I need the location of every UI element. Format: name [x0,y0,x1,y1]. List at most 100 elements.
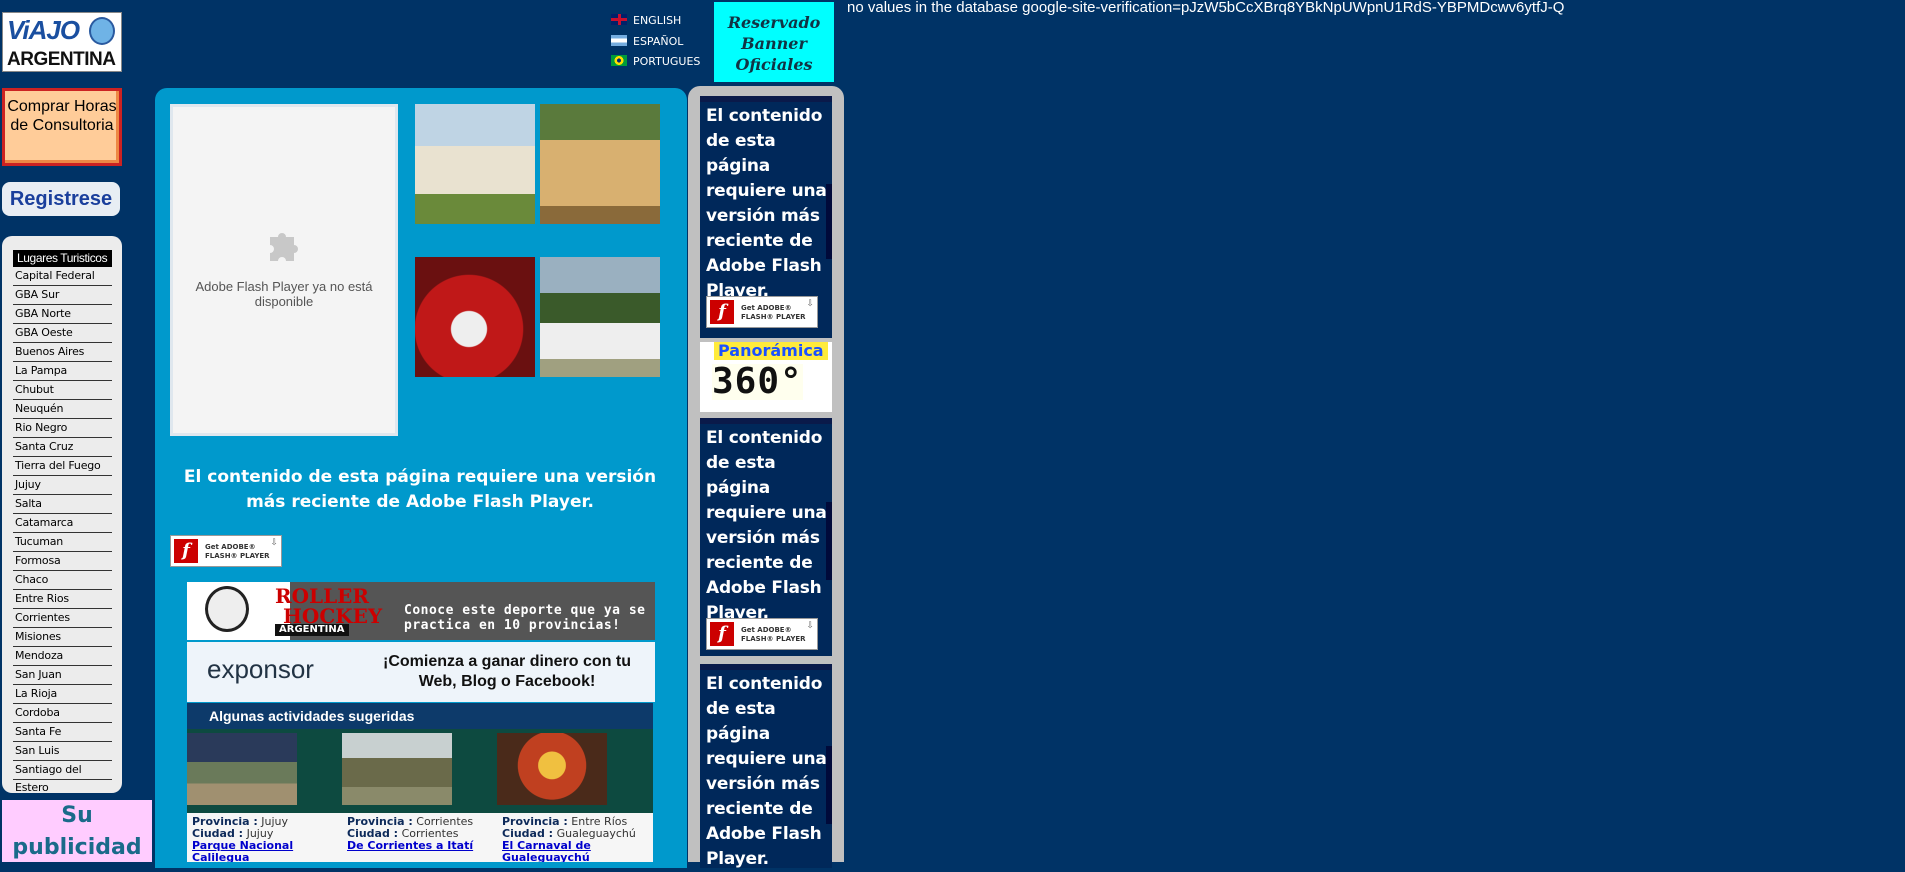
panoramica-text: Panorámica [714,342,828,360]
hockey-logo-text: HOCKEY [283,604,383,628]
flash-required-message: El contenido de esta página requiere una… [706,674,827,869]
pano-360-text: 360° [712,361,803,402]
tourist-place-item[interactable]: Capital Federal [13,267,112,286]
roller-hockey-banner[interactable]: ROLLER HOCKEY ARGENTINA Conoce este depo… [187,582,655,640]
tourist-place-item[interactable]: Santa Cruz [13,438,112,457]
suggested-activities: Algunas actividades sugeridas Provincia … [187,703,653,862]
tourist-place-item[interactable]: Formosa [13,552,112,571]
flash-logo-icon: f [710,622,734,646]
tourist-place-item[interactable]: Corrientes [13,609,112,628]
official-banner[interactable]: Reservado Banner Oficiales [714,2,834,82]
activity-link[interactable]: Parque Nacional Calilegua [192,840,338,863]
hockey-banner-text: Conoce este deporte que ya se practica e… [404,603,646,633]
tourist-place-item[interactable]: Catamarca [13,514,112,533]
flash-required-message: El contenido de esta página requiere una… [183,467,657,512]
buy-consulting-hours-button[interactable]: Comprar Horas de Consultoria [2,88,122,166]
exponsor-banner[interactable]: exponsor ¡Comienza a ganar dinero con tu… [187,642,655,702]
register-button[interactable]: Registrese [2,182,120,216]
flash-placeholder: Adobe Flash Player ya no está disponible [170,104,398,436]
activity-link[interactable]: De Corrientes a Itatí [347,840,493,852]
tourist-place-item[interactable]: Neuquén [13,400,112,419]
advertise-here-box[interactable]: Su publicidad puede estar [2,800,152,862]
tourist-place-item[interactable]: Misiones [13,628,112,647]
flash-logo-icon: f [710,300,734,324]
tourism-photo-colonial-courtyard[interactable] [415,104,535,224]
logo-seal-icon [89,17,115,45]
tourist-place-item[interactable]: Santa Fe [13,723,112,742]
get-flash-text: FLASH® PLAYER [741,313,806,321]
tourist-place-item[interactable]: Chubut [13,381,112,400]
get-flash-player-button[interactable]: f Get ADOBE® FLASH® PLAYER ⇩ [706,618,818,650]
tourism-photo-white-church[interactable] [540,257,660,377]
flash-required-message: El contenido de esta página requiere una… [706,428,827,623]
tourist-places-list: Capital Federal GBA Sur GBA Norte GBA Oeste… [13,267,112,794]
site-logo[interactable]: ViAJO ARGENTINA [2,12,122,72]
tourist-place-item[interactable]: GBA Norte [13,305,112,324]
activity-image[interactable] [497,729,653,813]
hockey-logo-text: ROLLER [275,584,370,608]
tourist-place-item[interactable]: Chaco [13,571,112,590]
flash-block: El contenido de esta página requiere una… [700,664,832,869]
download-arrow-icon: ⇩ [806,621,814,631]
tourist-place-item[interactable]: Santiago del Estero [13,761,112,794]
language-english[interactable]: ENGLISH [611,14,681,28]
tourist-place-item[interactable]: Tucuman [13,533,112,552]
activity-card: Provincia : Entre Ríos Ciudad : Gualegua… [497,729,653,862]
tourist-place-item[interactable]: San Juan [13,666,112,685]
activity-image[interactable] [187,729,343,813]
tourist-place-item[interactable]: GBA Sur [13,286,112,305]
flash-placeholder-text: Adobe Flash Player ya no está disponible [195,279,373,309]
tourist-place-item[interactable]: Cordoba [13,704,112,723]
get-flash-text: Get ADOBE® [741,626,792,634]
exponsor-tagline: ¡Comienza a ganar dinero con tu Web, Blo… [382,653,632,690]
tourist-place-item[interactable]: Entre Rios [13,590,112,609]
get-flash-player-button[interactable]: f Get ADOBE® FLASH® PLAYER ⇩ [706,296,818,328]
tourist-place-item[interactable]: Tierra del Fuego [13,457,112,476]
flash-block: El contenido de esta página requiere una… [700,96,832,338]
tourist-place-item[interactable]: La Rioja [13,685,112,704]
tourist-places-menu: Lugares Turisticos Capital Federal GBA Su… [2,236,122,794]
activity-card: Provincia : Corrientes Ciudad : Corrient… [342,729,498,862]
language-spanish[interactable]: ESPAÑOL [611,35,683,49]
tourism-photo-building-entrance[interactable] [540,104,660,224]
tourist-place-item[interactable]: Mendoza [13,647,112,666]
download-arrow-icon: ⇩ [806,299,814,309]
flash-logo-icon: f [174,539,198,563]
tourist-place-item[interactable]: Rio Negro [13,419,112,438]
argentina-flag-icon [611,35,627,46]
block-stripe [826,184,832,259]
tourist-place-item[interactable]: Jujuy [13,476,112,495]
language-label: ENGLISH [633,14,682,27]
hockey-mask-icon [205,586,249,632]
tourist-place-item[interactable]: San Luis [13,742,112,761]
tourist-place-item[interactable]: GBA Oeste [13,324,112,343]
hockey-logo-text: ARGENTINA [275,624,349,636]
language-label: PORTUGUES [633,55,701,68]
uk-flag-icon [611,14,627,25]
activities-title: Algunas actividades sugeridas [187,703,653,729]
flash-required-message: El contenido de esta página requiere una… [706,106,827,301]
plugin-puzzle-icon [270,233,298,261]
brazil-flag-icon [611,55,627,66]
logo-top-text: ViAJO [7,15,80,45]
activity-card: Provincia : Jujuy Ciudad : Jujuy Parque … [187,729,343,862]
get-flash-text: FLASH® PLAYER [741,635,806,643]
block-stripe [826,502,832,580]
language-portuguese[interactable]: PORTUGUES [611,55,700,69]
get-flash-text: Get ADOBE® [205,543,256,551]
get-flash-text: FLASH® PLAYER [205,552,270,560]
activity-link[interactable]: El Carnaval de Gualeguaychú [502,840,648,863]
block-stripe [826,746,832,824]
panoramica-360-banner[interactable]: Panorámica 360° [700,342,832,412]
tourism-photo-gaucho-items[interactable] [415,257,535,377]
tourist-place-item[interactable]: La Pampa [13,362,112,381]
tourist-places-title: Lugares Turisticos [13,250,112,267]
logo-bottom-text: ARGENTINA [7,49,116,70]
activity-image[interactable] [342,729,498,813]
download-arrow-icon: ⇩ [270,538,278,548]
tourist-place-item[interactable]: Salta [13,495,112,514]
language-label: ESPAÑOL [633,35,684,48]
get-flash-text: Get ADOBE® [741,304,792,312]
get-flash-player-button[interactable]: f Get ADOBE® FLASH® PLAYER ⇩ [170,535,282,567]
tourist-place-item[interactable]: Buenos Aires [13,343,112,362]
